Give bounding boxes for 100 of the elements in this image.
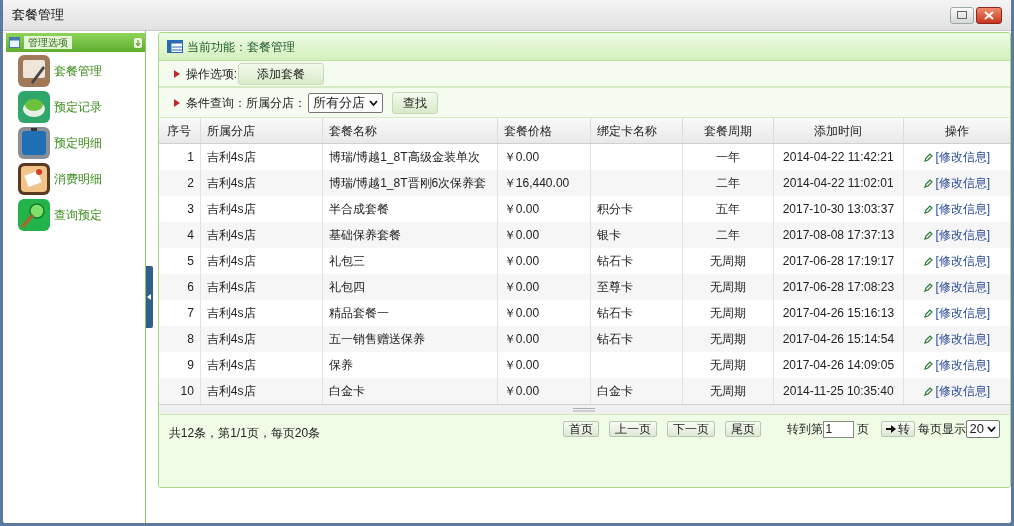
table-cell-text: 无周期 <box>709 383 746 400</box>
per-page-label: 每页显示 <box>917 421 966 438</box>
table-cell-text: ￥16,440.00 <box>503 175 570 192</box>
search-button[interactable]: 查找 <box>391 91 438 114</box>
table-cell-text: 7 <box>187 305 194 322</box>
pencil-icon <box>923 204 933 214</box>
table-icon <box>166 40 183 53</box>
record-summary: 共12条，第1/1页，每页20条 <box>168 425 321 442</box>
resize-grip-icon[interactable] <box>573 408 596 412</box>
edit-link[interactable]: [修改信息] <box>923 148 991 166</box>
table-cell-text: 白金卡 <box>596 383 633 400</box>
table-cell-text: 积分卡 <box>596 201 633 218</box>
table-cell-text: 吉利4s店 <box>206 305 256 322</box>
edit-link[interactable]: [修改信息] <box>923 330 991 348</box>
table-cell-text: 4 <box>187 227 194 244</box>
pager-button[interactable]: 上一页 <box>608 421 657 437</box>
bowl-icon <box>17 90 51 124</box>
table-cell-text: 五年 <box>715 201 740 218</box>
table-cell-text: 无周期 <box>709 305 746 322</box>
column-header: 操作 <box>903 118 1010 143</box>
table-cell-text: 钻石卡 <box>596 305 633 322</box>
arrow-icon <box>885 425 896 433</box>
document-icon <box>17 54 51 88</box>
column-header: 序号 <box>158 118 201 143</box>
operations-label: 操作选项: <box>185 65 238 83</box>
pager-button[interactable]: 下一页 <box>666 421 715 437</box>
pencil-icon <box>923 230 933 240</box>
table-cell-text: 钻石卡 <box>596 331 633 348</box>
go-button[interactable]: 转 <box>880 421 915 437</box>
pager-button[interactable]: 首页 <box>562 421 599 437</box>
table-cell-text: 五一销售赠送保养 <box>328 331 425 348</box>
branch-select[interactable]: 所有分店 <box>307 92 383 113</box>
table-cell-text: 白金卡 <box>328 383 365 400</box>
table-cell-text: ￥0.00 <box>503 253 540 270</box>
table-cell-text: 3 <box>187 201 194 218</box>
edit-link[interactable]: [修改信息] <box>923 382 991 400</box>
table-cell-text: ￥0.00 <box>503 227 540 244</box>
splitter-handle[interactable] <box>145 266 153 328</box>
table-cell-text: 2017-06-28 17:19:17 <box>782 253 895 270</box>
pencil-icon <box>923 256 933 266</box>
edit-link[interactable]: [修改信息] <box>923 356 991 374</box>
pencil-icon <box>923 360 933 370</box>
sidebar-item[interactable]: 预定明细 <box>17 126 145 160</box>
table-cell-text: ￥0.00 <box>503 305 540 322</box>
table-cell-text: 至尊卡 <box>596 279 633 296</box>
sidebar-item[interactable]: 消费明细 <box>17 162 145 196</box>
tablet-icon <box>17 126 51 160</box>
table-cell-text: 二年 <box>715 175 740 192</box>
edit-link[interactable]: [修改信息] <box>923 252 991 270</box>
table-cell-text: 2014-04-22 11:42:21 <box>783 149 894 166</box>
table-cell-text: 吉利4s店 <box>206 149 256 166</box>
edit-link[interactable]: [修改信息] <box>923 174 991 192</box>
table-cell-text: 2 <box>187 175 194 192</box>
table-cell-text: 钻石卡 <box>596 253 633 270</box>
table-cell-text: 6 <box>187 279 194 296</box>
table-cell-text: 无周期 <box>709 357 746 374</box>
table-cell-text: 二年 <box>715 227 740 244</box>
edit-link[interactable]: [修改信息] <box>923 304 991 322</box>
edit-link[interactable]: [修改信息] <box>923 278 991 296</box>
close-button[interactable] <box>976 6 1002 24</box>
close-icon <box>984 10 994 20</box>
page-input[interactable]: 1 <box>822 420 854 438</box>
table-cell-text: 精品套餐一 <box>328 305 389 322</box>
table-cell-text: ￥0.00 <box>503 357 540 374</box>
table-cell-text: 吉利4s店 <box>206 331 256 348</box>
add-package-button[interactable]: 添加套餐 <box>238 62 325 85</box>
table-cell-text: 吉利4s店 <box>206 201 256 218</box>
table-cell-text: 无周期 <box>709 331 746 348</box>
sidebar-item[interactable]: 套餐管理 <box>17 54 145 88</box>
current-function-label: 当前功能：套餐管理 <box>186 38 295 56</box>
per-page-select[interactable]: 20 <box>965 420 1000 438</box>
sidebar-item[interactable]: 预定记录 <box>17 90 145 124</box>
pencil-icon <box>923 152 933 162</box>
table-cell-text: ￥0.00 <box>503 149 540 166</box>
sidebar-item[interactable]: 查询预定 <box>17 198 145 232</box>
table-cell-text: 保养 <box>328 357 353 374</box>
goto-label: 转到第 <box>786 421 823 438</box>
column-header: 所属分店 <box>200 118 323 143</box>
chevron-down-icon <box>368 99 378 106</box>
column-header: 套餐价格 <box>497 118 591 143</box>
filter-label: 条件查询：所属分店： <box>185 94 306 112</box>
table-cell-text: 2017-04-26 14:09:05 <box>782 357 895 374</box>
table-cell-text: 一年 <box>715 149 740 166</box>
table-cell-text: 2014-11-25 10:35:40 <box>783 383 894 400</box>
table-cell-text: 1 <box>187 149 194 166</box>
edit-link[interactable]: [修改信息] <box>923 200 991 218</box>
table-cell-text: 2014-04-22 11:02:01 <box>783 175 894 192</box>
edit-link[interactable]: [修改信息] <box>923 226 991 244</box>
pager-button[interactable]: 尾页 <box>724 421 761 437</box>
restore-button[interactable] <box>950 6 974 24</box>
table-cell-text: ￥0.00 <box>503 201 540 218</box>
pencil-icon <box>923 282 933 292</box>
table-cell-text: 博瑞/博越1_8T高级金装单次 <box>328 149 480 166</box>
pencil-icon <box>923 334 933 344</box>
table-cell-text: 2017-04-26 15:16:13 <box>782 305 895 322</box>
table-cell-text: 5 <box>187 253 194 270</box>
table-cell-text: 礼包三 <box>328 253 365 270</box>
table-cell-text: 基础保养套餐 <box>328 227 401 244</box>
collapse-icon[interactable] <box>133 37 142 48</box>
column-header: 绑定卡名称 <box>590 118 683 143</box>
